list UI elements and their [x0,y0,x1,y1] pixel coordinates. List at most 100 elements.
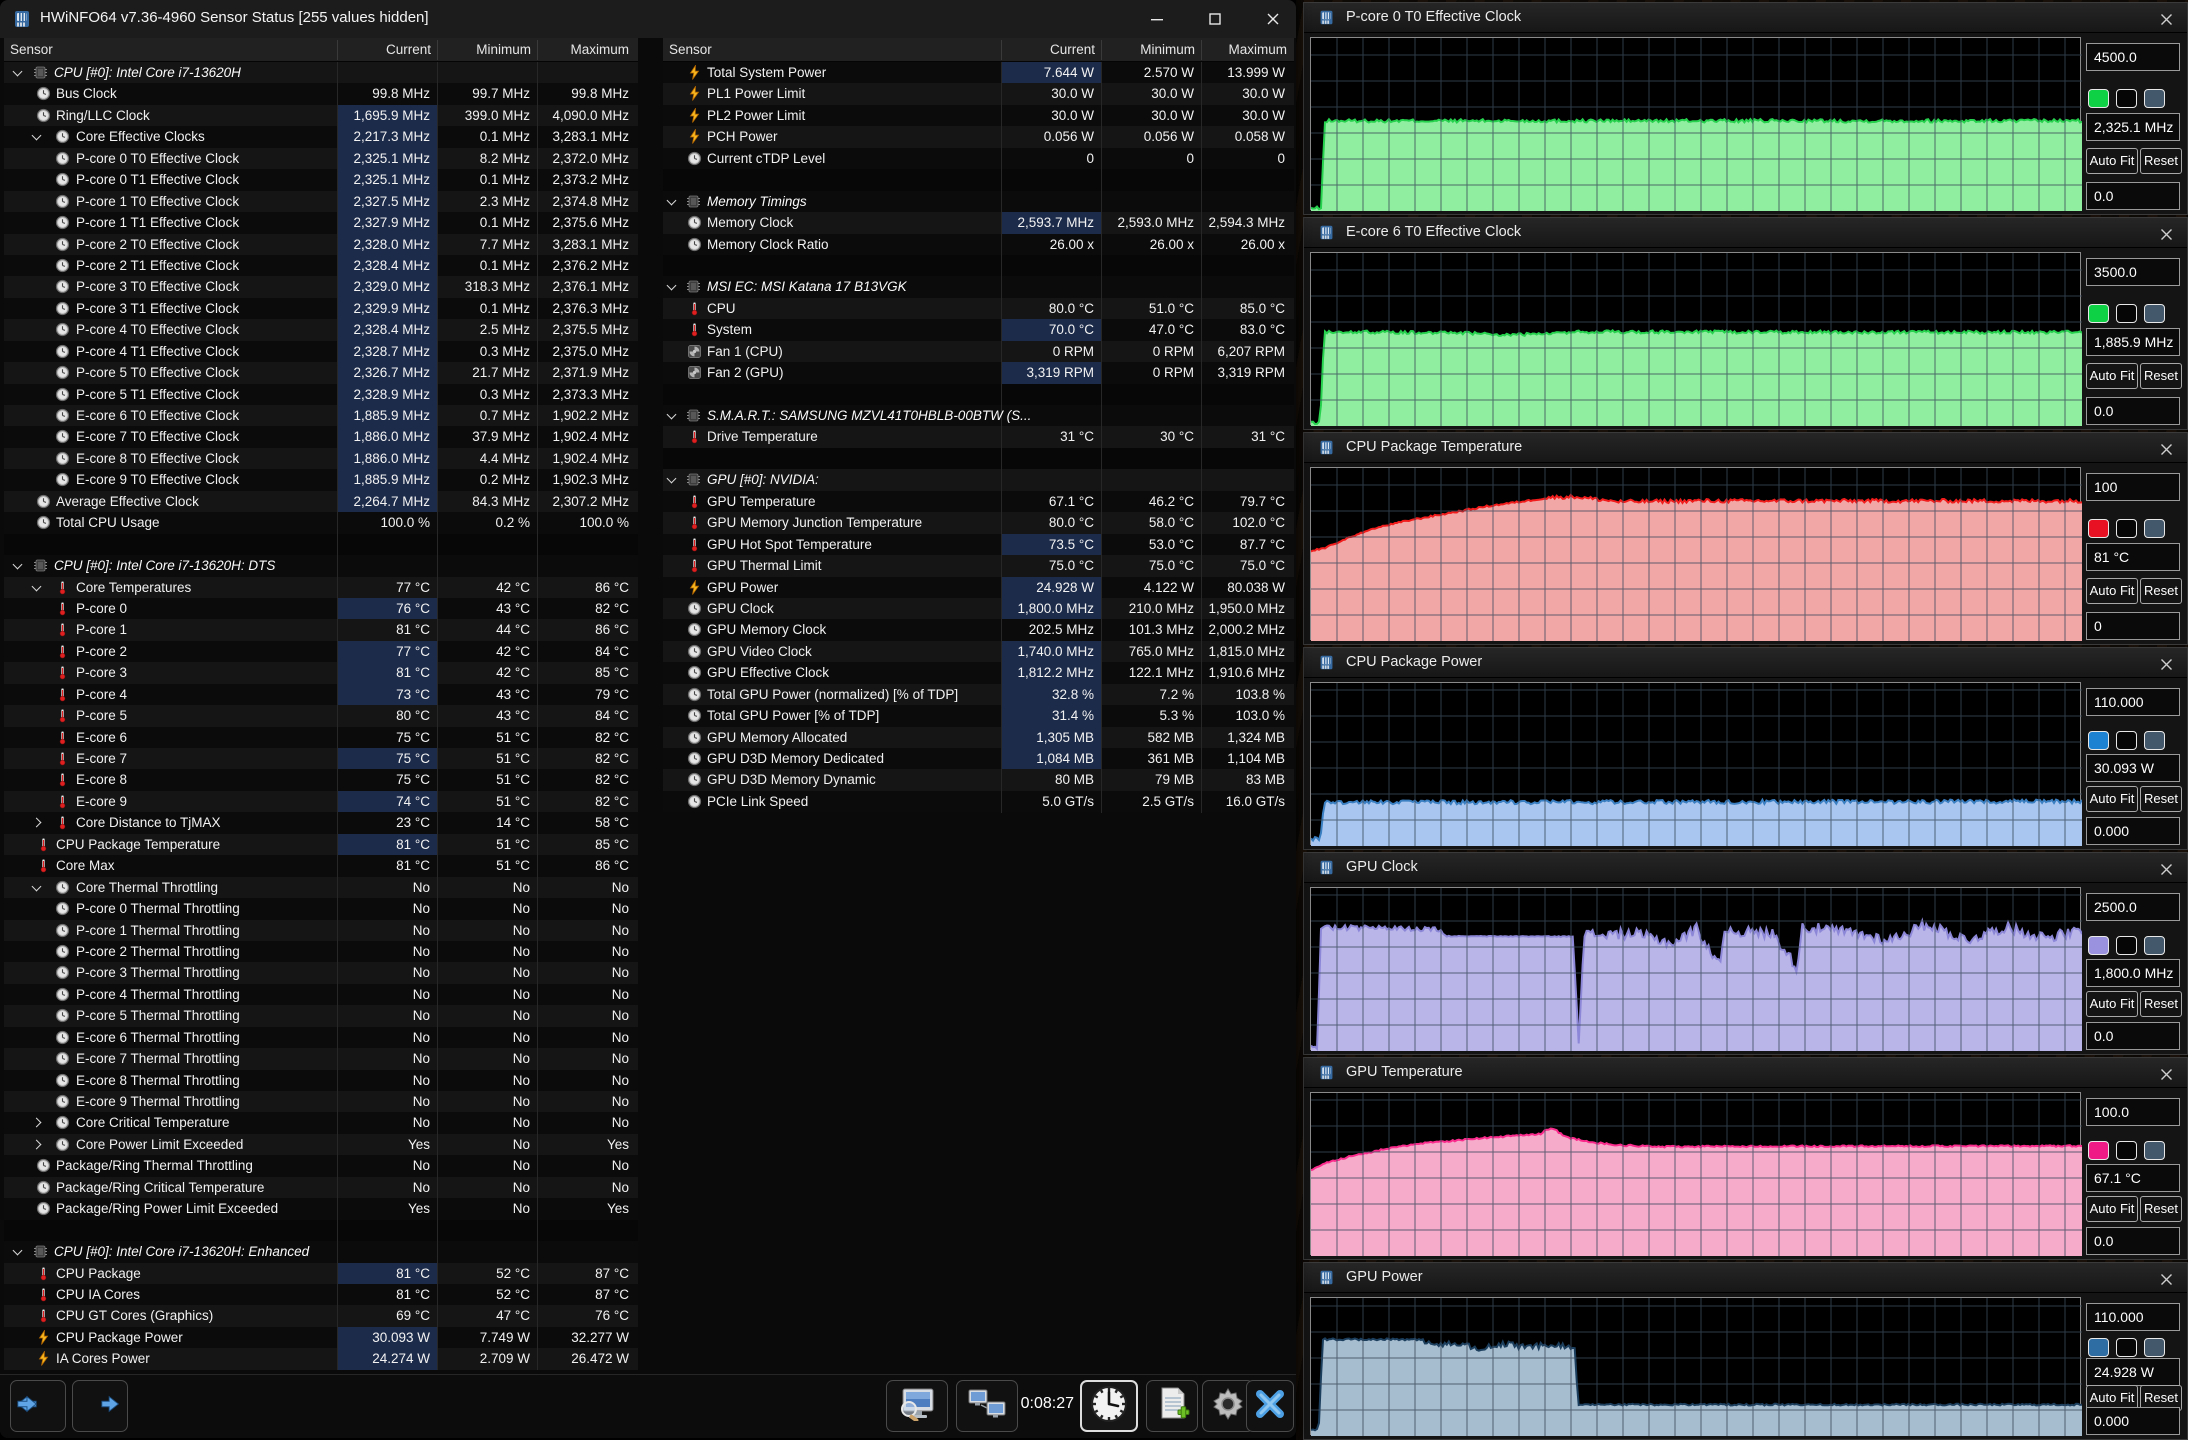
graph-close-icon[interactable] [2155,438,2177,460]
sensor-row[interactable]: GPU Temperature67.1 °C46.2 °C79.7 °C [663,491,1294,512]
section-row[interactable]: CPU [#0]: Intel Core i7-13620H [4,62,638,83]
sensor-row[interactable]: P-core 181 °C44 °C86 °C [4,619,638,640]
close-button[interactable] [1246,1380,1294,1432]
sensor-row[interactable]: Core Temperatures77 °C42 °C86 °C [4,577,638,598]
scale-min-input[interactable]: 0.0 [2086,397,2180,425]
line-color-swatch[interactable] [2088,1141,2109,1160]
sensor-row[interactable]: Core Critical TemperatureNoNoNo [4,1112,638,1133]
clock-button[interactable] [1080,1380,1138,1432]
line-color-swatch[interactable] [2088,1338,2109,1357]
scale-min-input[interactable]: 0.0 [2086,182,2180,210]
sensor-row[interactable]: P-core 4 T0 Effective Clock2,328.4 MHz2.… [4,319,638,340]
sensor-row[interactable]: P-core 580 °C43 °C84 °C [4,705,638,726]
grid-color-swatch[interactable] [2144,519,2165,538]
col-header-minimum[interactable]: Minimum [1101,38,1195,62]
sensor-row[interactable]: Core Thermal ThrottlingNoNoNo [4,877,638,898]
line-color-swatch[interactable] [2088,519,2109,538]
sensor-row[interactable]: Package/Ring Critical TemperatureNoNoNo [4,1177,638,1198]
background-color-swatch[interactable] [2116,1141,2137,1160]
graph-titlebar[interactable]: GPU Temperature [1304,1058,2187,1088]
reset-button[interactable]: Reset [2140,363,2182,389]
graph-titlebar[interactable]: E-core 6 T0 Effective Clock [1304,218,2187,248]
reset-button[interactable]: Reset [2140,148,2182,174]
graph-plot-area[interactable] [1310,252,2081,425]
sensor-row[interactable]: P-core 5 T1 Effective Clock2,328.9 MHz0.… [4,384,638,405]
sensor-row[interactable]: CPU Package Temperature81 °C51 °C85 °C [4,834,638,855]
auto-fit-button[interactable]: Auto Fit [2086,786,2138,812]
grid-color-swatch[interactable] [2144,304,2165,323]
sensor-row[interactable]: CPU Package81 °C52 °C87 °C [4,1263,638,1284]
report-button[interactable] [1146,1380,1198,1432]
current-value-box[interactable]: 2,325.1 MHz [2086,113,2180,141]
graph-plot-area[interactable] [1310,682,2081,845]
sensor-row[interactable]: GPU Clock1,800.0 MHz210.0 MHz1,950.0 MHz [663,598,1294,619]
sensor-row[interactable]: P-core 5 T0 Effective Clock2,326.7 MHz21… [4,362,638,383]
sensor-row[interactable]: E-core 675 °C51 °C82 °C [4,727,638,748]
line-color-swatch[interactable] [2088,936,2109,955]
sensor-row[interactable]: Memory Clock Ratio26.00 x26.00 x26.00 x [663,234,1294,255]
sensor-row[interactable]: P-core 4 Thermal ThrottlingNoNoNo [4,984,638,1005]
sensor-row[interactable]: GPU Memory Junction Temperature80.0 °C58… [663,512,1294,533]
col-header-sensor[interactable]: Sensor [669,38,712,62]
current-value-box[interactable]: 24.928 W [2086,1358,2180,1386]
background-color-swatch[interactable] [2116,731,2137,750]
sensor-row[interactable]: P-core 277 °C42 °C84 °C [4,641,638,662]
close-button[interactable] [1250,0,1296,38]
sensor-row[interactable]: P-core 381 °C42 °C85 °C [4,662,638,683]
sensor-row[interactable]: PCH Power0.056 W0.056 W0.058 W [663,126,1294,147]
reset-button[interactable]: Reset [2140,991,2182,1017]
sensor-row[interactable]: Fan 1 (CPU)0 RPM0 RPM6,207 RPM [663,341,1294,362]
sensor-row[interactable]: Package/Ring Thermal ThrottlingNoNoNo [4,1155,638,1176]
graph-plot-area[interactable] [1310,1297,2081,1435]
reset-button[interactable]: Reset [2140,578,2182,604]
remote-sensors-button[interactable] [956,1380,1018,1432]
sensor-row[interactable]: P-core 1 T0 Effective Clock2,327.5 MHz2.… [4,191,638,212]
collapse-columns-button[interactable] [72,1380,128,1432]
graph-titlebar[interactable]: GPU Power [1304,1263,2187,1293]
sensor-row[interactable]: E-core 9 Thermal ThrottlingNoNoNo [4,1091,638,1112]
col-header-current[interactable]: Current [1001,38,1095,62]
sensor-row[interactable]: Total System Power7.644 W2.570 W13.999 W [663,62,1294,83]
sensor-row[interactable]: Average Effective Clock2,264.7 MHz84.3 M… [4,491,638,512]
sensor-row[interactable]: E-core 7 Thermal ThrottlingNoNoNo [4,1048,638,1069]
scale-max-input[interactable]: 110.000 [2086,1303,2180,1331]
sensor-row[interactable]: P-core 2 Thermal ThrottlingNoNoNo [4,941,638,962]
reset-button[interactable]: Reset [2140,786,2182,812]
graph-plot-area[interactable] [1310,467,2081,640]
background-color-swatch[interactable] [2116,1338,2137,1357]
sensor-row[interactable]: P-core 0 Thermal ThrottlingNoNoNo [4,898,638,919]
chevron-down-icon[interactable] [32,881,42,891]
sensor-row[interactable]: P-core 3 T1 Effective Clock2,329.9 MHz0.… [4,298,638,319]
chevron-down-icon[interactable] [667,281,677,291]
sensor-row[interactable]: IA Cores Power24.274 W2.709 W26.472 W [4,1348,638,1369]
sensor-row[interactable]: GPU Power24.928 W4.122 W80.038 W [663,577,1294,598]
chevron-right-icon[interactable] [32,1139,42,1149]
background-color-swatch[interactable] [2116,519,2137,538]
sensor-row[interactable]: E-core 9 T0 Effective Clock1,885.9 MHz0.… [4,469,638,490]
auto-fit-button[interactable]: Auto Fit [2086,991,2138,1017]
sensor-row[interactable]: P-core 2 T1 Effective Clock2,328.4 MHz0.… [4,255,638,276]
section-row[interactable]: CPU [#0]: Intel Core i7-13620H: DTS [4,555,638,576]
auto-fit-button[interactable]: Auto Fit [2086,578,2138,604]
section-row[interactable]: GPU [#0]: NVIDIA: [663,469,1294,490]
sensor-row[interactable]: GPU D3D Memory Dynamic80 MB79 MB83 MB [663,769,1294,790]
graph-titlebar[interactable]: CPU Package Power [1304,648,2187,678]
sensor-row[interactable]: P-core 0 T1 Effective Clock2,325.1 MHz0.… [4,169,638,190]
sensor-row[interactable]: E-core 7 T0 Effective Clock1,886.0 MHz37… [4,426,638,447]
sensor-row[interactable]: P-core 3 Thermal ThrottlingNoNoNo [4,962,638,983]
sensor-row[interactable]: PL1 Power Limit30.0 W30.0 W30.0 W [663,83,1294,104]
sensor-row[interactable]: PCIe Link Speed5.0 GT/s2.5 GT/s16.0 GT/s [663,791,1294,812]
graph-close-icon[interactable] [2155,8,2177,30]
sensor-row[interactable]: P-core 473 °C43 °C79 °C [4,684,638,705]
chevron-down-icon[interactable] [667,410,677,420]
scale-min-input[interactable]: 0 [2086,612,2180,640]
sensor-row[interactable]: GPU Video Clock1,740.0 MHz765.0 MHz1,815… [663,641,1294,662]
sensor-row[interactable]: E-core 875 °C51 °C82 °C [4,769,638,790]
graph-plot-area[interactable] [1310,1092,2081,1255]
sensor-row[interactable]: Total GPU Power (normalized) [% of TDP]3… [663,684,1294,705]
col-header-current[interactable]: Current [337,38,431,62]
expand-columns-button[interactable] [10,1380,66,1432]
sensor-row[interactable]: CPU80.0 °C51.0 °C85.0 °C [663,298,1294,319]
sensor-row[interactable]: Package/Ring Power Limit ExceededYesNoYe… [4,1198,638,1219]
sensor-row[interactable]: Core Distance to TjMAX23 °C14 °C58 °C [4,812,638,833]
